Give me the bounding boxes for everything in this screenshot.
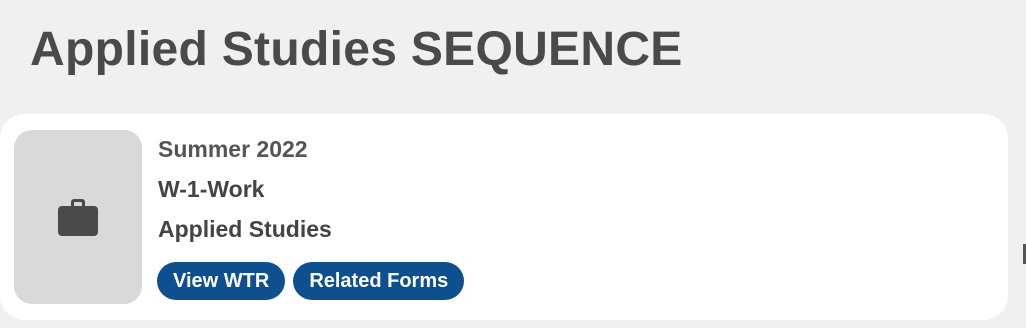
course-code: W-1-Work [158,176,265,202]
card-actions: View WTR Related Forms [157,262,465,300]
related-forms-button[interactable]: Related Forms [293,262,465,300]
term-label: Summer 2022 [158,136,308,162]
sequence-card: Summer 2022 W-1-Work Applied Studies Vie… [0,114,1008,320]
card-details: Summer 2022 W-1-Work Applied Studies [158,134,332,254]
program-name: Applied Studies [158,216,332,242]
view-wtr-button[interactable]: View WTR [157,262,286,300]
card-thumbnail [14,130,142,304]
page-title: Applied Studies SEQUENCE [30,23,683,76]
briefcase-icon [58,199,98,236]
